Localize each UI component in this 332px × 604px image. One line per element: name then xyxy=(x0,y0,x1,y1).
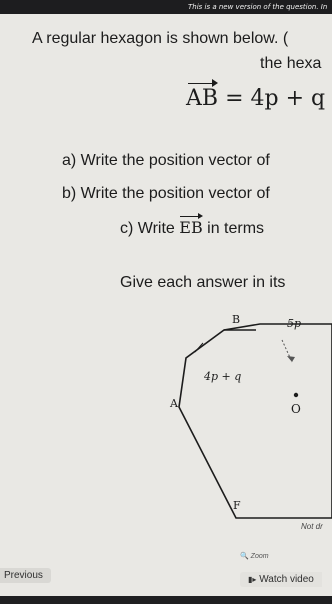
part-c-suffix: in terms xyxy=(207,220,265,237)
zoom-icon: 🔍 xyxy=(240,553,249,560)
centre-point xyxy=(293,392,299,398)
part-a-text: a) Write the position vector of xyxy=(62,152,270,169)
vector-ab: AB xyxy=(186,79,219,111)
question-line-1: A regular hexagon is shown below. ( xyxy=(32,30,289,47)
bottom-bar xyxy=(0,596,332,604)
previous-button[interactable]: Previous xyxy=(0,568,51,583)
hexagon-diagram: B 5p 4p + q A O F xyxy=(169,313,332,519)
zoom-label: Zoom xyxy=(250,553,269,560)
label-b: B xyxy=(232,313,240,326)
part-c-prefix: c) Write xyxy=(120,220,175,237)
previous-label: Previous xyxy=(4,570,43,581)
vector-eb: EB xyxy=(179,213,204,237)
question-line-2: the hexa xyxy=(260,55,322,72)
dashed-arrow-head xyxy=(287,356,295,362)
part-b-text: b) Write the position vector of xyxy=(62,185,270,202)
vector-equation: AB = 4p + q xyxy=(186,79,326,111)
vector-ab-value: = 4p + q xyxy=(225,86,326,111)
label-f: F xyxy=(233,499,241,512)
label-o: O xyxy=(291,402,301,416)
banner-text: This is a new version of the question. I… xyxy=(188,3,328,11)
instruction-text: Give each answer in its xyxy=(120,274,286,291)
part-c-text: c) Write EB in terms xyxy=(120,213,265,238)
label-5p: 5p xyxy=(287,317,301,330)
label-a: A xyxy=(169,397,179,410)
watch-video-label: Watch video xyxy=(259,574,314,585)
not-drawn-note: Not dr xyxy=(301,522,323,531)
zoom-control[interactable]: 🔍 Zoom xyxy=(240,552,269,560)
top-banner: This is a new version of the question. I… xyxy=(0,0,332,14)
watch-video-button[interactable]: ▮▸ Watch video xyxy=(240,572,322,587)
tick-mark xyxy=(194,342,204,353)
hexagon-outline xyxy=(178,323,332,519)
label-4p-plus-q: 4p + q xyxy=(203,370,241,383)
video-icon: ▮▸ xyxy=(248,575,257,584)
